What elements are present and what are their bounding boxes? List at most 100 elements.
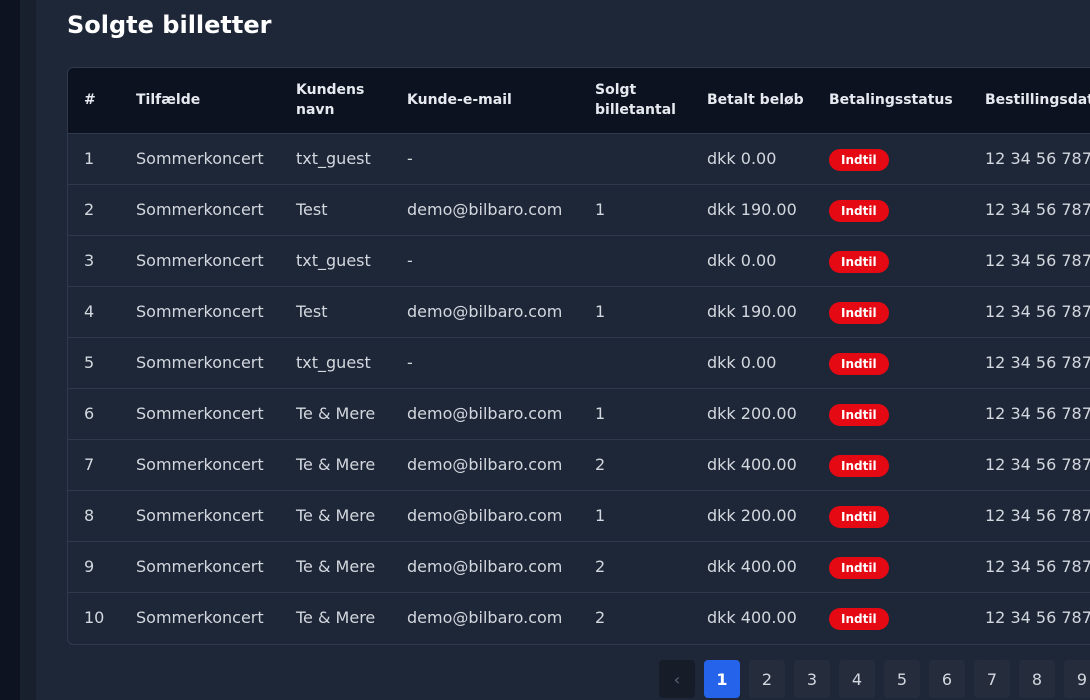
cell-customer-name: Te & Mere — [296, 404, 376, 423]
cell-number: 4 — [84, 302, 95, 321]
table-row[interactable]: 5 Sommerkoncert txt_guest - dkk 0.00 Indtil 12… — [68, 337, 1090, 388]
cell-event: Sommerkoncert — [136, 302, 264, 321]
cell-number: 9 — [84, 557, 95, 576]
cell-number: 1 — [84, 149, 95, 168]
column-header-payment-status[interactable]: Betalingsstatus — [813, 68, 969, 133]
cell-event: Sommerkoncert — [136, 455, 264, 474]
cell-customer-name: txt_guest — [296, 353, 371, 372]
sidebar-divider — [20, 0, 36, 700]
cell-paid-amount: dkk 190.00 — [707, 302, 797, 321]
status-badge: Indtil — [829, 454, 889, 477]
cell-customer-name: Te & Mere — [296, 455, 376, 474]
cell-payment-status: Indtil — [813, 439, 969, 490]
cell-number: 7 — [84, 455, 95, 474]
pagination: ‹ 1 2 3 4 5 6 7 8 9 — [659, 660, 1090, 698]
cell-paid-amount: dkk 200.00 — [707, 404, 797, 423]
table-row[interactable]: 3 Sommerkoncert txt_guest - dkk 0.00 Indtil 12… — [68, 235, 1090, 286]
status-badge: Indtil — [829, 250, 889, 273]
sidebar — [0, 0, 20, 700]
table-row[interactable]: 1 Sommerkoncert txt_guest - dkk 0.00 Indtil 12… — [68, 133, 1090, 184]
cell-customer-name: Te & Mere — [296, 506, 376, 525]
cell-customer-email: demo@bilbaro.com — [407, 608, 563, 628]
cell-payment-status: Indtil — [813, 490, 969, 541]
pagination-page-5[interactable]: 5 — [884, 660, 920, 698]
table-row[interactable]: 8 Sommerkoncert Te & Mere demo@bilbaro.com 1… — [68, 490, 1090, 541]
pagination-prev-button[interactable]: ‹ — [659, 660, 695, 698]
cell-event: Sommerkoncert — [136, 404, 264, 423]
cell-paid-amount: dkk 400.00 — [707, 557, 797, 576]
cell-customer-email: demo@bilbaro.com — [407, 404, 563, 423]
table-row[interactable]: 7 Sommerkoncert Te & Mere demo@bilbaro.com 2… — [68, 439, 1090, 490]
cell-order-date: 12 34 56 787 — [985, 200, 1090, 219]
column-header-ticket-quantity[interactable]: Solgt billetantal — [579, 68, 691, 133]
cell-order-date: 12 34 56 787 — [985, 302, 1090, 321]
table-row[interactable]: 2 Sommerkoncert Test demo@bilbaro.com 1 dkk 1… — [68, 184, 1090, 235]
table-row[interactable]: 9 Sommerkoncert Te & Mere demo@bilbaro.com 2… — [68, 541, 1090, 592]
cell-ticket-quantity: 2 — [595, 557, 606, 576]
pagination-page-4[interactable]: 4 — [839, 660, 875, 698]
column-header-number[interactable]: # — [68, 68, 120, 133]
cell-customer-email: demo@bilbaro.com — [407, 200, 563, 219]
column-header-customer-name[interactable]: Kundens navn — [280, 68, 391, 133]
table-row[interactable]: 10 Sommerkoncert Te & Mere demo@bilbaro.com… — [68, 592, 1090, 643]
cell-order-date: 12 34 56 787 — [985, 404, 1090, 423]
cell-payment-status: Indtil — [813, 388, 969, 439]
cell-customer-name: Test — [296, 302, 328, 321]
status-badge: Indtil — [829, 199, 889, 222]
cell-paid-amount: dkk 400.00 — [707, 608, 797, 628]
cell-payment-status: Indtil — [813, 541, 969, 592]
cell-event: Sommerkoncert — [136, 608, 264, 628]
pagination-page-8[interactable]: 8 — [1019, 660, 1055, 698]
column-header-customer-email[interactable]: Kunde-e-mail — [391, 68, 579, 133]
pagination-page-7[interactable]: 7 — [974, 660, 1010, 698]
cell-payment-status: Indtil — [813, 286, 969, 337]
pagination-page-3[interactable]: 3 — [794, 660, 830, 698]
table-row[interactable]: 6 Sommerkoncert Te & Mere demo@bilbaro.com 1… — [68, 388, 1090, 439]
cell-event: Sommerkoncert — [136, 557, 264, 576]
column-header-order-date[interactable]: Bestillingsdato — [969, 68, 1090, 133]
cell-event: Sommerkoncert — [136, 200, 264, 219]
cell-customer-name: txt_guest — [296, 149, 371, 168]
cell-event: Sommerkoncert — [136, 506, 264, 525]
cell-customer-name: Test — [296, 200, 328, 219]
cell-number: 5 — [84, 353, 95, 372]
cell-ticket-quantity: 2 — [595, 455, 606, 474]
main-content: Solgte billetter # Tilfælde Kundens navn… — [36, 0, 1090, 700]
cell-order-date: 12 34 56 787 — [985, 557, 1090, 576]
status-badge: Indtil — [829, 505, 889, 528]
pagination-page-1[interactable]: 1 — [704, 660, 740, 698]
sold-tickets-table: # Tilfælde Kundens navn Kunde-e-mail Sol… — [68, 68, 1090, 643]
cell-ticket-quantity: 1 — [595, 302, 606, 321]
cell-event: Sommerkoncert — [136, 149, 264, 168]
table-header-row: # Tilfælde Kundens navn Kunde-e-mail Sol… — [68, 68, 1090, 133]
cell-order-date: 12 34 56 787 — [985, 608, 1090, 628]
cell-event: Sommerkoncert — [136, 353, 264, 372]
cell-customer-email: demo@bilbaro.com — [407, 455, 563, 474]
cell-order-date: 12 34 56 787 — [985, 506, 1090, 525]
cell-customer-email: - — [407, 353, 413, 372]
cell-paid-amount: dkk 0.00 — [707, 149, 777, 168]
cell-number: 6 — [84, 404, 95, 423]
cell-order-date: 12 34 56 787 — [985, 251, 1090, 270]
cell-ticket-quantity: 1 — [595, 506, 606, 525]
cell-paid-amount: dkk 190.00 — [707, 200, 797, 219]
cell-order-date: 12 34 56 787 — [985, 455, 1090, 474]
cell-payment-status: Indtil — [813, 337, 969, 388]
column-header-paid-amount[interactable]: Betalt beløb — [691, 68, 813, 133]
cell-payment-status: Indtil — [813, 184, 969, 235]
pagination-page-6[interactable]: 6 — [929, 660, 965, 698]
column-header-event[interactable]: Tilfælde — [120, 68, 280, 133]
cell-ticket-quantity — [579, 337, 691, 388]
cell-ticket-quantity: 2 — [595, 608, 606, 628]
cell-customer-email: demo@bilbaro.com — [407, 506, 563, 525]
cell-number: 10 — [84, 608, 105, 628]
table-row[interactable]: 4 Sommerkoncert Test demo@bilbaro.com 1 dkk 1… — [68, 286, 1090, 337]
status-badge: Indtil — [829, 148, 889, 171]
table-body: 1 Sommerkoncert txt_guest - dkk 0.00 Indtil 12… — [68, 133, 1090, 643]
pagination-page-9[interactable]: 9 — [1064, 660, 1090, 698]
cell-ticket-quantity: 1 — [595, 404, 606, 423]
cell-paid-amount: dkk 0.00 — [707, 353, 777, 372]
pagination-page-2[interactable]: 2 — [749, 660, 785, 698]
cell-customer-name: Te & Mere — [296, 608, 376, 628]
cell-paid-amount: dkk 400.00 — [707, 455, 797, 474]
